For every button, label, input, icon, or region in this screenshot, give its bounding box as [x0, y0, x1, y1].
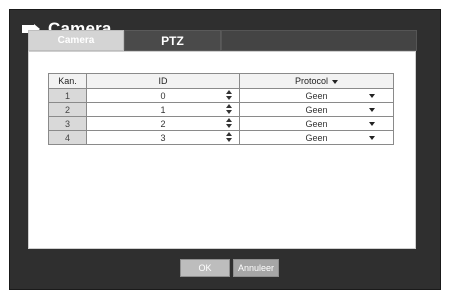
- spinner-arrows-icon[interactable]: [225, 104, 232, 114]
- spinner-arrows-icon[interactable]: [225, 90, 232, 100]
- protocol-value: Geen: [305, 104, 328, 115]
- table-row: 2 1 Geen: [48, 102, 394, 117]
- id-spinner[interactable]: 1: [86, 102, 240, 117]
- protocol-dropdown[interactable]: Geen: [239, 102, 394, 117]
- table-row: 4 3 Geen: [48, 130, 394, 145]
- cancel-button[interactable]: Annuleer: [233, 259, 279, 277]
- column-header-id: ID: [86, 73, 240, 89]
- id-value: 2: [160, 118, 166, 129]
- protocol-dropdown[interactable]: Geen: [239, 130, 394, 145]
- id-value: 0: [160, 90, 166, 101]
- ptz-table: Kan. ID Protocol 1 0 Geen 2 1 Geen 3 2 G: [48, 73, 394, 145]
- channel-cell: 2: [48, 102, 87, 117]
- channel-cell: 1: [48, 88, 87, 103]
- chevron-down-icon[interactable]: [369, 136, 375, 140]
- id-spinner[interactable]: 0: [86, 88, 240, 103]
- column-header-protocol-label: Protocol: [294, 76, 329, 86]
- channel-cell: 4: [48, 130, 87, 145]
- id-value: 1: [160, 104, 166, 115]
- column-header-channel: Kan.: [48, 73, 87, 89]
- chevron-down-icon[interactable]: [369, 122, 375, 126]
- tab-bar-filler: [221, 30, 417, 51]
- protocol-value: Geen: [305, 132, 328, 143]
- chevron-down-icon[interactable]: [369, 94, 375, 98]
- spinner-arrows-icon[interactable]: [225, 118, 232, 128]
- camera-settings-panel: Kan. ID Protocol 1 0 Geen 2 1 Geen 3 2 G: [28, 51, 416, 249]
- tab-bar: Camera PTZ: [28, 30, 221, 51]
- column-header-protocol[interactable]: Protocol: [239, 73, 394, 89]
- ok-button[interactable]: OK: [180, 259, 230, 277]
- chevron-down-icon[interactable]: [369, 108, 375, 112]
- table-row: 1 0 Geen: [48, 88, 394, 103]
- table-row: 3 2 Geen: [48, 116, 394, 131]
- sort-down-icon[interactable]: [332, 79, 339, 84]
- id-spinner[interactable]: 3: [86, 130, 240, 145]
- channel-cell: 3: [48, 116, 87, 131]
- table-header-row: Kan. ID Protocol: [48, 73, 394, 89]
- tab-camera[interactable]: Camera: [28, 30, 124, 51]
- protocol-value: Geen: [305, 90, 328, 101]
- tab-ptz[interactable]: PTZ: [124, 30, 221, 51]
- protocol-dropdown[interactable]: Geen: [239, 116, 394, 131]
- protocol-dropdown[interactable]: Geen: [239, 88, 394, 103]
- spinner-arrows-icon[interactable]: [225, 132, 232, 142]
- id-spinner[interactable]: 2: [86, 116, 240, 131]
- protocol-value: Geen: [305, 118, 328, 129]
- id-value: 3: [160, 132, 166, 143]
